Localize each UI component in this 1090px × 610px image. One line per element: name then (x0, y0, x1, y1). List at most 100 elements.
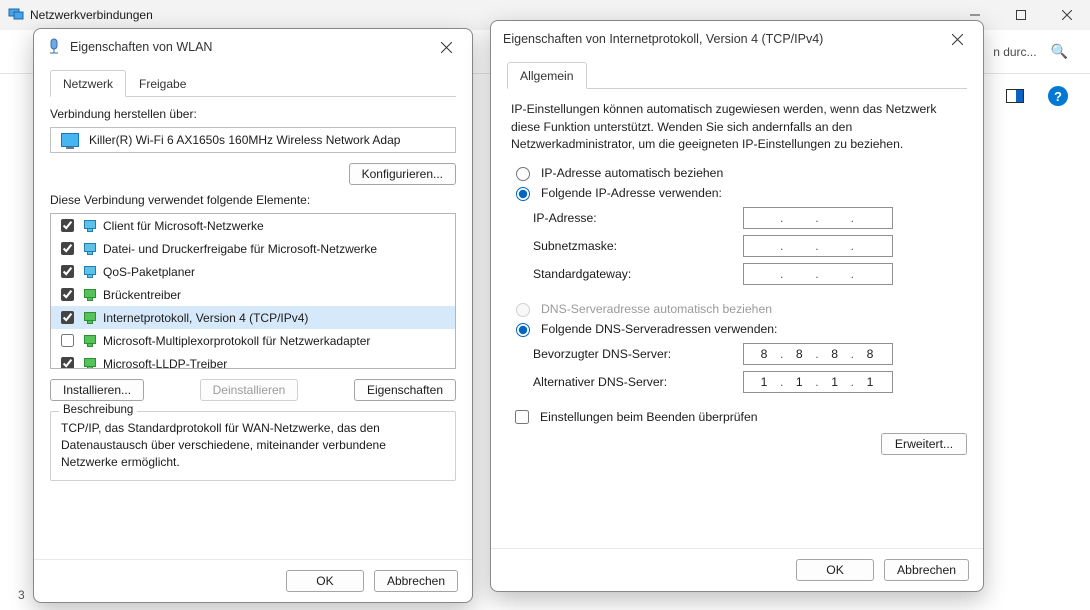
app-icon (8, 6, 24, 25)
ip-octet[interactable]: 8 (753, 347, 777, 361)
component-row-3[interactable]: Brückentreiber (51, 283, 455, 306)
wlan-tabs: Netzwerk Freigabe (50, 69, 456, 97)
ip-manual-row[interactable]: Folgende IP-Adresse verwenden: (511, 184, 963, 201)
ip-octet[interactable]: 8 (859, 347, 883, 361)
subnet-label: Subnetzmaske: (533, 239, 743, 253)
configure-button[interactable]: Konfigurieren... (349, 163, 456, 185)
component-checkbox[interactable] (61, 357, 74, 369)
component-checkbox[interactable] (61, 334, 74, 347)
ip-octet[interactable]: 1 (824, 375, 848, 389)
ipv4-ok-button[interactable]: OK (796, 559, 874, 581)
component-row-4[interactable]: Internetprotokoll, Version 4 (TCP/IPv4) (51, 306, 455, 329)
adapter-icon (61, 133, 79, 147)
component-row-1[interactable]: Datei- und Druckerfreigabe für Microsoft… (51, 237, 455, 260)
search-icon[interactable]: 🔍 (1051, 43, 1068, 60)
search-truncated-text: n durc... (993, 45, 1036, 59)
component-row-5[interactable]: Microsoft-Multiplexorprotokoll für Netzw… (51, 329, 455, 352)
subnet-input[interactable]: ... (743, 235, 893, 257)
component-checkbox[interactable] (61, 219, 74, 232)
ip-dot: . (815, 347, 820, 361)
ipv4-cancel-button[interactable]: Abbrechen (884, 559, 969, 581)
component-label: QoS-Paketplaner (103, 265, 195, 279)
ipv4-close-icon[interactable] (943, 25, 971, 53)
component-label: Client für Microsoft-Netzwerke (103, 219, 264, 233)
gateway-input[interactable]: ... (743, 263, 893, 285)
validate-checkbox[interactable] (515, 410, 529, 424)
wlan-close-icon[interactable] (432, 33, 460, 61)
ip-manual-label: Folgende IP-Adresse verwenden: (541, 186, 722, 200)
ipv4-intro-text: IP-Einstellungen können automatisch zuge… (511, 101, 963, 154)
component-label: Microsoft-LLDP-Treiber (103, 357, 227, 370)
component-label: Brückentreiber (103, 288, 181, 302)
ip-dot: . (815, 211, 820, 225)
description-text: TCP/IP, das Standardprotokoll für WAN-Ne… (61, 420, 445, 470)
wlan-ok-button[interactable]: OK (286, 570, 364, 592)
statusbar-count: 3 (18, 588, 25, 602)
ip-dot: . (780, 375, 785, 389)
ipv4-tabs: Allgemein (507, 61, 967, 89)
ip-auto-row[interactable]: IP-Adresse automatisch beziehen (511, 164, 963, 181)
main-title: Netzwerkverbindungen (30, 8, 153, 22)
tab-general[interactable]: Allgemein (507, 62, 587, 89)
component-checkbox[interactable] (61, 242, 74, 255)
close-button[interactable] (1044, 0, 1090, 30)
advanced-button[interactable]: Erweitert... (881, 433, 967, 455)
ipv4-properties-dialog: Eigenschaften von Internetprotokoll, Ver… (490, 20, 984, 592)
gateway-label: Standardgateway: (533, 267, 743, 281)
component-row-2[interactable]: QoS-Paketplaner (51, 260, 455, 283)
dns-preferred-input[interactable]: 8.8.8.8 (743, 343, 893, 365)
component-checkbox[interactable] (61, 288, 74, 301)
component-checkbox[interactable] (61, 265, 74, 278)
components-list[interactable]: Client für Microsoft-Netzwerke Datei- und… (50, 213, 456, 369)
ip-address-input[interactable]: ... (743, 207, 893, 229)
validate-row[interactable]: Einstellungen beim Beenden überprüfen (511, 407, 963, 427)
component-row-6[interactable]: Microsoft-LLDP-Treiber (51, 352, 455, 369)
component-icon (83, 312, 97, 324)
ip-octet[interactable]: 8 (824, 347, 848, 361)
dns-manual-radio[interactable] (516, 323, 530, 337)
dns-manual-row[interactable]: Folgende DNS-Serveradressen verwenden: (511, 320, 963, 337)
ip-dot: . (780, 239, 785, 253)
ip-dot: . (815, 375, 820, 389)
ip-manual-radio[interactable] (516, 187, 530, 201)
view-mode-icon[interactable] (1006, 89, 1024, 103)
wlan-dialog-title: Eigenschaften von WLAN (70, 40, 424, 54)
ip-dot: . (851, 375, 856, 389)
dns-manual-label: Folgende DNS-Serveradressen verwenden: (541, 322, 777, 336)
component-icon (83, 266, 97, 278)
wlan-dialog-titlebar: Eigenschaften von WLAN (34, 29, 472, 65)
ipv4-dialog-title: Eigenschaften von Internetprotokoll, Ver… (503, 32, 935, 46)
ip-auto-label: IP-Adresse automatisch beziehen (541, 166, 723, 180)
ipv4-titlebar: Eigenschaften von Internetprotokoll, Ver… (491, 21, 983, 57)
validate-label: Einstellungen beim Beenden überprüfen (540, 410, 758, 424)
ip-dot: . (851, 267, 856, 281)
tab-network[interactable]: Netzwerk (50, 70, 126, 97)
ip-octet[interactable]: 1 (753, 375, 777, 389)
help-icon[interactable]: ? (1048, 86, 1068, 106)
wlan-cancel-button[interactable]: Abbrechen (374, 570, 458, 592)
ip-octet[interactable]: 8 (788, 347, 812, 361)
maximize-button[interactable] (998, 0, 1044, 30)
properties-button[interactable]: Eigenschaften (354, 379, 456, 401)
component-icon (83, 335, 97, 347)
tab-sharing[interactable]: Freigabe (126, 70, 199, 97)
adapter-box[interactable]: Killer(R) Wi-Fi 6 AX1650s 160MHz Wireles… (50, 127, 456, 153)
adapter-name: Killer(R) Wi-Fi 6 AX1650s 160MHz Wireles… (89, 133, 400, 147)
dns-auto-radio (516, 303, 530, 317)
component-row-0[interactable]: Client für Microsoft-Netzwerke (51, 214, 455, 237)
component-label: Datei- und Druckerfreigabe für Microsoft… (103, 242, 377, 256)
component-icon (83, 243, 97, 255)
description-group: Beschreibung TCP/IP, das Standardprotoko… (50, 411, 456, 481)
connect-using-label: Verbindung herstellen über: (50, 107, 456, 121)
ip-dot: . (815, 267, 820, 281)
dns-alternate-input[interactable]: 1.1.1.1 (743, 371, 893, 393)
install-button[interactable]: Installieren... (50, 379, 144, 401)
component-icon (83, 289, 97, 301)
ip-auto-radio[interactable] (516, 167, 530, 181)
ip-octet[interactable]: 1 (859, 375, 883, 389)
description-title: Beschreibung (59, 404, 137, 416)
uninstall-button[interactable]: Deinstallieren (200, 379, 299, 401)
component-label: Microsoft-Multiplexorprotokoll für Netzw… (103, 334, 370, 348)
component-checkbox[interactable] (61, 311, 74, 324)
ip-octet[interactable]: 1 (788, 375, 812, 389)
